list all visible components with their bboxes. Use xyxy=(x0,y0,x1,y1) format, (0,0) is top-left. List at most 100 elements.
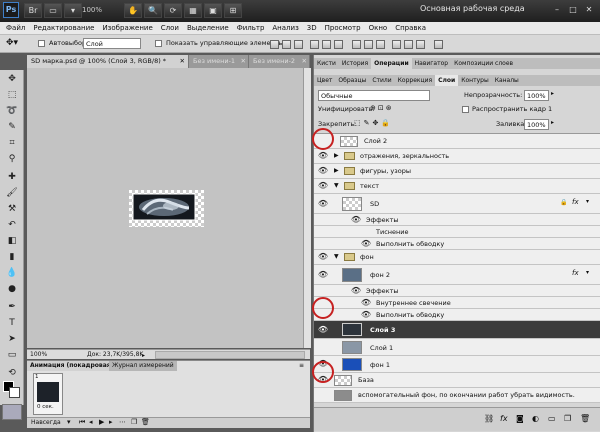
screen-mode-icon[interactable]: ▣ xyxy=(204,3,222,18)
tab-untitled-2[interactable]: Без имени-2 ✕ xyxy=(249,55,310,68)
align-hcenter-icon[interactable] xyxy=(322,40,331,49)
grid-icon[interactable]: ▦ xyxy=(184,3,202,18)
close-icon[interactable]: ✕ xyxy=(302,55,309,68)
tab-animation[interactable]: Анимация (покадровая) xyxy=(27,361,117,371)
background-color-swatch[interactable] xyxy=(9,387,20,398)
next-frame-icon[interactable]: ▸ xyxy=(109,418,113,426)
hand-icon[interactable]: ✋ xyxy=(124,3,142,18)
link-layers-icon[interactable]: ⛓ xyxy=(484,414,494,423)
duplicate-frame-icon[interactable]: ❐ xyxy=(131,418,137,426)
tab-untitled-1[interactable]: Без имени-1 ✕ xyxy=(189,55,249,68)
menu-layers[interactable]: Слои xyxy=(161,24,179,32)
bridge-icon[interactable]: Br xyxy=(24,3,42,18)
play-icon[interactable]: ▶ xyxy=(99,418,104,426)
blur-tool-icon[interactable]: 💧 xyxy=(5,266,19,280)
align-left-icon[interactable] xyxy=(310,40,319,49)
distribute-vcenter-icon[interactable] xyxy=(364,40,373,49)
tab-paths[interactable]: Контуры xyxy=(458,75,491,86)
status-arrow-icon[interactable]: ▸ xyxy=(142,351,149,359)
move-tool-preset-icon[interactable]: ✥▾ xyxy=(6,38,26,50)
horizontal-scrollbar[interactable] xyxy=(155,351,305,359)
distribute-bottom-icon[interactable] xyxy=(376,40,385,49)
distribute-top-icon[interactable] xyxy=(352,40,361,49)
tab-channels[interactable]: Каналы xyxy=(492,75,522,86)
add-mask-icon[interactable]: ◙ xyxy=(516,414,524,423)
autoselect-dropdown[interactable]: Слой xyxy=(83,38,141,49)
menu-view[interactable]: Просмотр xyxy=(325,24,361,32)
3d-rotate-tool-icon[interactable]: ⟲ xyxy=(5,366,19,380)
loop-dropdown-icon[interactable]: ▾ xyxy=(67,418,71,426)
fill-input[interactable]: 100% xyxy=(524,119,549,130)
history-brush-tool-icon[interactable]: ↶ xyxy=(5,218,19,232)
brush-tool-icon[interactable]: 🖌 xyxy=(5,186,19,200)
prev-frame-icon[interactable]: ◂ xyxy=(89,418,93,426)
effect-row[interactable]: 👁 Внутреннее свечение xyxy=(314,297,600,309)
tab-brushes[interactable]: Кисти xyxy=(314,58,339,69)
close-icon[interactable]: ✕ xyxy=(241,55,248,68)
eye-icon[interactable]: 👁 xyxy=(360,310,372,320)
layer-row-selected[interactable]: 👁 Слой 3 xyxy=(314,321,600,339)
menu-file[interactable]: Файл xyxy=(6,24,25,32)
layer-row[interactable]: 👁 SD 🔒 fx ▾ xyxy=(314,194,600,214)
lasso-tool-icon[interactable]: ➰ xyxy=(5,104,19,118)
eye-icon[interactable]: 👁 xyxy=(317,270,329,280)
tab-sd-mark[interactable]: SD марка.psd @ 100% (Слой 3, RGB/8) * ✕ xyxy=(27,55,189,68)
move-tool-icon[interactable]: ✥ xyxy=(5,72,19,86)
effects-toggle-icon[interactable]: ▾ xyxy=(586,198,589,205)
eye-icon[interactable]: 👁 xyxy=(350,286,362,296)
layer-row[interactable]: 👁 фон 1 xyxy=(314,356,600,373)
opacity-input[interactable]: 100% xyxy=(524,90,549,101)
menu-analysis[interactable]: Анализ xyxy=(272,24,298,32)
visibility-off-icon[interactable] xyxy=(317,390,329,400)
animation-frame[interactable]: 1 0 сек. xyxy=(33,373,63,415)
zoom-icon[interactable]: 🔍 xyxy=(144,3,162,18)
expand-arrow-icon[interactable]: ▶ xyxy=(334,167,339,174)
align-bottom-icon[interactable] xyxy=(294,40,303,49)
close-icon[interactable]: ✕ xyxy=(180,55,188,68)
mini-bridge-icon[interactable]: ▭ xyxy=(44,3,62,18)
effect-visibility-icon[interactable] xyxy=(360,227,372,237)
eye-icon[interactable]: 👁 xyxy=(317,199,329,209)
layer-row[interactable]: Слой 2 xyxy=(314,134,600,149)
healing-brush-tool-icon[interactable]: ✚ xyxy=(5,170,19,184)
delete-frame-icon[interactable]: 🗑 xyxy=(141,418,150,426)
effects-toggle-icon[interactable]: ▾ xyxy=(586,269,589,276)
quick-mask-icon[interactable] xyxy=(2,404,22,420)
unify-icons[interactable]: ⊕⊡⊛ xyxy=(370,104,394,112)
document-canvas[interactable] xyxy=(129,190,204,227)
align-right-icon[interactable] xyxy=(334,40,343,49)
distribute-hcenter-icon[interactable] xyxy=(404,40,413,49)
eye-icon[interactable]: 👁 xyxy=(360,298,372,308)
eye-icon[interactable]: 👁 xyxy=(317,252,329,262)
blend-mode-dropdown[interactable]: Обычные xyxy=(318,90,430,101)
shape-tool-icon[interactable]: ▭ xyxy=(5,348,19,362)
clone-stamp-tool-icon[interactable]: ⚒ xyxy=(5,202,19,216)
menu-image[interactable]: Изображение xyxy=(102,24,152,32)
lock-icons[interactable]: ⬚✎✥🔒 xyxy=(354,119,393,127)
align-top-icon[interactable] xyxy=(270,40,279,49)
tab-actions[interactable]: Операции xyxy=(371,58,412,69)
new-layer-icon[interactable]: ❐ xyxy=(564,414,571,423)
workspace-switcher[interactable]: Основная рабочая среда xyxy=(420,4,525,13)
minimize-icon[interactable]: – xyxy=(550,4,564,16)
eraser-tool-icon[interactable]: ◧ xyxy=(5,234,19,248)
tab-history[interactable]: История xyxy=(339,58,371,69)
type-tool-icon[interactable]: T xyxy=(5,316,19,330)
quick-select-tool-icon[interactable]: ✎ xyxy=(5,120,19,134)
tab-layers[interactable]: Слои xyxy=(435,75,459,86)
propagate-checkbox[interactable] xyxy=(462,106,469,115)
effect-row[interactable]: Тиснение xyxy=(314,226,600,238)
tab-layer-comps[interactable]: Композиции слоев xyxy=(451,58,516,69)
status-zoom[interactable]: 100% xyxy=(30,350,47,360)
collapse-arrow-icon[interactable]: ▼ xyxy=(334,253,339,260)
effects-row[interactable]: 👁 Эффекты xyxy=(314,214,600,226)
fx-icon[interactable]: fx xyxy=(572,269,579,277)
menu-help[interactable]: Справка xyxy=(395,24,426,32)
gradient-tool-icon[interactable]: ▮ xyxy=(5,250,19,264)
eye-icon[interactable]: 👁 xyxy=(360,239,372,249)
dodge-tool-icon[interactable]: ● xyxy=(5,282,19,296)
tab-color[interactable]: Цвет xyxy=(314,75,335,86)
menu-window[interactable]: Окно xyxy=(369,24,388,32)
effect-row[interactable]: 👁 Выполнить обводку xyxy=(314,309,600,321)
show-controls-checkbox[interactable] xyxy=(155,40,162,49)
